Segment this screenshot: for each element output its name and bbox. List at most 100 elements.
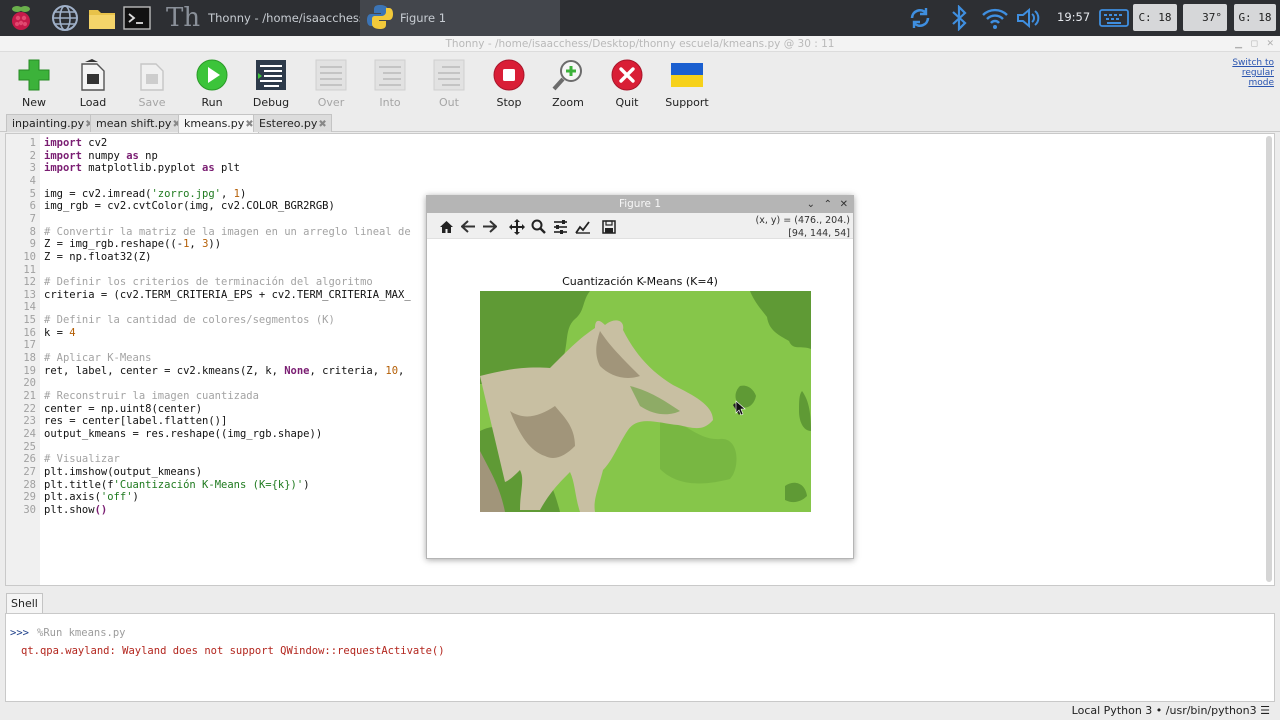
kmeans-quantized-image: [480, 291, 811, 512]
code-line: plt.imshow(output_kmeans): [44, 466, 202, 478]
save-figure-icon[interactable]: [600, 218, 617, 235]
tab-inpainting[interactable]: inpainting.py✖: [6, 114, 99, 132]
gpu-monitor[interactable]: G: 18: [1234, 4, 1276, 31]
code-token: plt.title(f: [44, 478, 114, 491]
configure-subplots-icon[interactable]: [552, 218, 569, 235]
step-into-button[interactable]: Into: [361, 58, 419, 110]
back-icon[interactable]: [460, 218, 477, 235]
tab-estereo[interactable]: Estereo.py✖: [253, 114, 332, 132]
clock[interactable]: 19:57: [1057, 10, 1090, 24]
quit-button[interactable]: Quit: [598, 58, 656, 110]
code-token: ,: [221, 187, 234, 200]
volume-icon[interactable]: [1014, 3, 1044, 33]
tab-label: kmeans.py: [184, 117, 245, 130]
support-button[interactable]: Support: [658, 58, 716, 110]
stop-button[interactable]: Stop: [480, 58, 538, 110]
figure-close-icon[interactable]: ✕: [840, 196, 848, 213]
code-token: 'Cuantización K-Means (K={k})': [113, 478, 304, 491]
code-token: res = center[label.flatten()]: [44, 415, 228, 428]
new-button[interactable]: New: [5, 58, 63, 110]
code-token: img_rgb = cv2.cvtColor(img, cv2.COLOR_BG…: [44, 200, 335, 213]
line-number: 7: [29, 212, 36, 225]
maximize-icon[interactable]: ◻: [1251, 36, 1258, 52]
tab-shell[interactable]: Shell: [6, 593, 43, 613]
cpu-monitor[interactable]: C: 18: [1133, 4, 1177, 31]
step-out-icon: [432, 58, 466, 92]
web-browser-icon[interactable]: [50, 3, 80, 33]
code-line: import matplotlib.pyplot as plt: [44, 162, 240, 174]
edit-axis-icon[interactable]: [574, 218, 591, 235]
wifi-icon[interactable]: [980, 3, 1010, 33]
keyboard-icon[interactable]: [1097, 3, 1131, 33]
code-line: Z = np.float32(Z): [44, 251, 151, 263]
figure-titlebar[interactable]: Figure 1 ⌄ ⌃ ✕: [427, 196, 853, 213]
line-number: 27: [23, 465, 36, 478]
debug-label: Debug: [252, 96, 290, 109]
step-over-label: Over: [317, 96, 345, 109]
taskbar-thonny[interactable]: Th Thonny - /home/isaacchess/Des...: [160, 0, 360, 36]
code-token: import: [44, 149, 82, 162]
new-label: New: [22, 96, 46, 109]
temperature-monitor[interactable]: 37°: [1183, 4, 1227, 31]
close-tab-icon[interactable]: ✖: [318, 119, 326, 130]
run-button[interactable]: Run: [183, 58, 241, 110]
zoom-label: Zoom: [552, 96, 584, 109]
tab-label: Estereo.py: [259, 117, 318, 130]
home-icon[interactable]: [438, 218, 455, 235]
forward-icon[interactable]: [481, 218, 498, 235]
code-token: # Definir los criterios de terminación d…: [44, 276, 373, 289]
tab-kmeans[interactable]: kmeans.py✖: [178, 114, 259, 133]
editor-scrollbar[interactable]: [1266, 136, 1272, 582]
raspberry-menu-icon[interactable]: [6, 3, 36, 33]
bluetooth-icon[interactable]: [944, 3, 974, 33]
code-token: ,: [189, 238, 203, 251]
switch-mode-link[interactable]: Switch to regular mode: [1232, 58, 1274, 88]
figure-window[interactable]: Figure 1 ⌄ ⌃ ✕ (x, y) = (476., 204.) [94…: [426, 195, 854, 559]
sync-icon[interactable]: [905, 3, 935, 33]
line-number: 16: [23, 326, 36, 339]
code-token: # Reconstruir la imagen cuantizada: [44, 390, 259, 402]
load-label: Load: [79, 96, 107, 109]
hamburger-menu-icon[interactable]: ☰: [1260, 704, 1270, 717]
code-token: plt.axis(: [44, 491, 101, 504]
step-into-label: Into: [379, 96, 401, 109]
save-button[interactable]: Save: [123, 58, 181, 110]
code-line: Z = img_rgb.reshape((-1, 3)): [44, 238, 221, 250]
tab-mean-shift[interactable]: mean shift.py✖: [90, 114, 186, 132]
shell-panel[interactable]: >>> %Run kmeans.py qt.qpa.wayland: Wayla…: [5, 613, 1275, 702]
code-token: Z = np.float32(Z): [44, 250, 152, 263]
code-line: plt.show(): [44, 504, 107, 516]
magnifier-icon[interactable]: [530, 218, 547, 235]
close-icon[interactable]: ✕: [1266, 36, 1274, 52]
code-token: np: [138, 149, 158, 162]
switch-mode-line1: Switch to: [1232, 58, 1274, 68]
code-token: import: [44, 162, 82, 175]
window-titlebar[interactable]: Thonny - /home/isaacchess/Desktop/thonny…: [0, 36, 1280, 52]
code-token: ): [132, 491, 139, 504]
line-number: 28: [23, 478, 36, 491]
file-manager-icon[interactable]: [87, 3, 117, 33]
code-token: None: [284, 364, 310, 377]
interpreter-selector[interactable]: Local Python 3 • /usr/bin/python3 ☰: [1072, 704, 1270, 717]
minimize-icon[interactable]: ▁: [1235, 36, 1242, 52]
step-out-label: Out: [439, 96, 459, 109]
step-out-button[interactable]: Out: [420, 58, 478, 110]
debug-button[interactable]: Debug: [242, 58, 300, 110]
pan-icon[interactable]: [508, 218, 525, 235]
code-token: cv2: [81, 137, 108, 149]
coords-pixel-value: [94, 144, 54]: [788, 228, 850, 239]
code-token: ): [303, 478, 310, 491]
step-over-button[interactable]: Over: [302, 58, 360, 110]
run-label: Run: [201, 96, 223, 109]
line-number: 22: [23, 402, 36, 415]
line-number: 11: [23, 263, 36, 276]
stop-icon: [492, 58, 526, 92]
terminal-icon[interactable]: [122, 3, 152, 33]
figure-maximize-icon[interactable]: ⌃: [824, 196, 832, 213]
code-token: center = np.uint8(center): [44, 402, 203, 415]
taskbar-figure[interactable]: Figure 1: [360, 0, 560, 36]
zoom-button[interactable]: Zoom: [539, 58, 597, 110]
code-token: )): [208, 238, 222, 251]
load-button[interactable]: Load: [64, 58, 122, 110]
figure-minimize-icon[interactable]: ⌄: [807, 196, 815, 213]
